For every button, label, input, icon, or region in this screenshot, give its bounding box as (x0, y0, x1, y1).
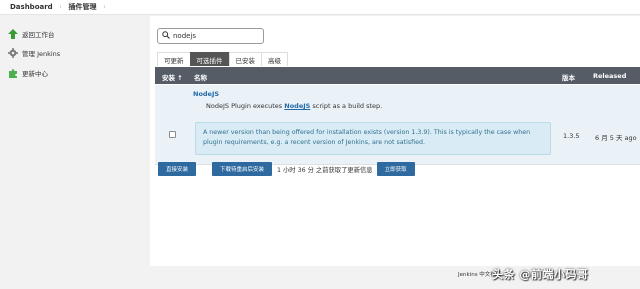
tab-bar: 可更新 可选插件 已安装 高级 (157, 52, 288, 66)
description-suffix: script as a build step. (310, 102, 383, 110)
chevron-right-icon[interactable]: › (103, 3, 105, 11)
puzzle-icon (8, 68, 18, 78)
install-checkbox[interactable] (169, 131, 176, 138)
breadcrumb-dashboard[interactable]: Dashboard (10, 3, 53, 11)
sidebar-item-label: 更新中心 (22, 70, 48, 78)
column-header-version[interactable]: 版本 (562, 72, 575, 82)
version-warning: A newer version than being offered for i… (195, 122, 551, 155)
watermark: 头条 @前端小码哥 (492, 268, 589, 281)
tab-installed[interactable]: 已安装 (228, 52, 262, 66)
sidebar-item-label: 返回工作台 (22, 31, 55, 39)
description-prefix: NodeJS Plugin executes (206, 102, 285, 110)
update-status-text: 1 小时 36 分 之前获取了更新信息 (277, 166, 373, 174)
tab-available[interactable]: 可选插件 (189, 52, 230, 66)
plugin-released: 6 月 5 天 ago (595, 134, 637, 142)
plugin-description: NodeJS Plugin executes NodeJS script as … (206, 102, 382, 110)
up-arrow-icon (8, 29, 18, 39)
sidebar-item-back-to-dashboard[interactable]: 返回工作台 (8, 28, 55, 40)
sidebar: 返回工作台 管理 Jenkins 更新中心 (0, 16, 150, 266)
breadcrumb-plugin-manager[interactable]: 插件管理 (69, 2, 97, 12)
footer: Jenkins 中文社区 头条 @前端小码哥 (0, 266, 640, 289)
main-panel: 可更新 可选插件 已安装 高级 安装 ↑ 名称 版本 Released Node… (150, 16, 640, 266)
install-now-button[interactable]: 直接安装 (158, 162, 196, 176)
column-header-released[interactable]: Released (593, 72, 626, 80)
search-icon (162, 31, 170, 41)
sidebar-item-label: 管理 Jenkins (22, 50, 61, 58)
chevron-right-icon[interactable]: › (59, 3, 61, 11)
top-bar: Dashboard › 插件管理 › (0, 0, 640, 15)
search-input[interactable] (173, 32, 253, 40)
fetch-now-button[interactable]: 立即获取 (376, 162, 415, 176)
table-row: NodeJS NodeJS Plugin executes NodeJS scr… (155, 85, 640, 165)
action-bar: 直接安装 下载待重启后安装 1 小时 36 分 之前获取了更新信息 立即获取 (158, 162, 415, 176)
sidebar-item-update-center[interactable]: 更新中心 (8, 67, 48, 79)
download-restart-button[interactable]: 下载待重启后安装 (212, 162, 272, 176)
gear-icon (8, 48, 18, 58)
plugin-version: 1.3.5 (563, 132, 580, 140)
sidebar-item-manage-jenkins[interactable]: 管理 Jenkins (8, 47, 60, 59)
tab-updates[interactable]: 可更新 (157, 52, 191, 66)
column-header-name[interactable]: 名称 (194, 72, 207, 82)
search-box[interactable] (157, 28, 264, 44)
table-header: 安装 ↑ 名称 版本 Released (155, 67, 640, 84)
column-header-install[interactable]: 安装 ↑ (162, 72, 183, 82)
plugin-name-link[interactable]: NodeJS (193, 90, 219, 98)
nodejs-link[interactable]: NodeJS (284, 102, 310, 110)
tab-advanced[interactable]: 高级 (261, 52, 288, 66)
